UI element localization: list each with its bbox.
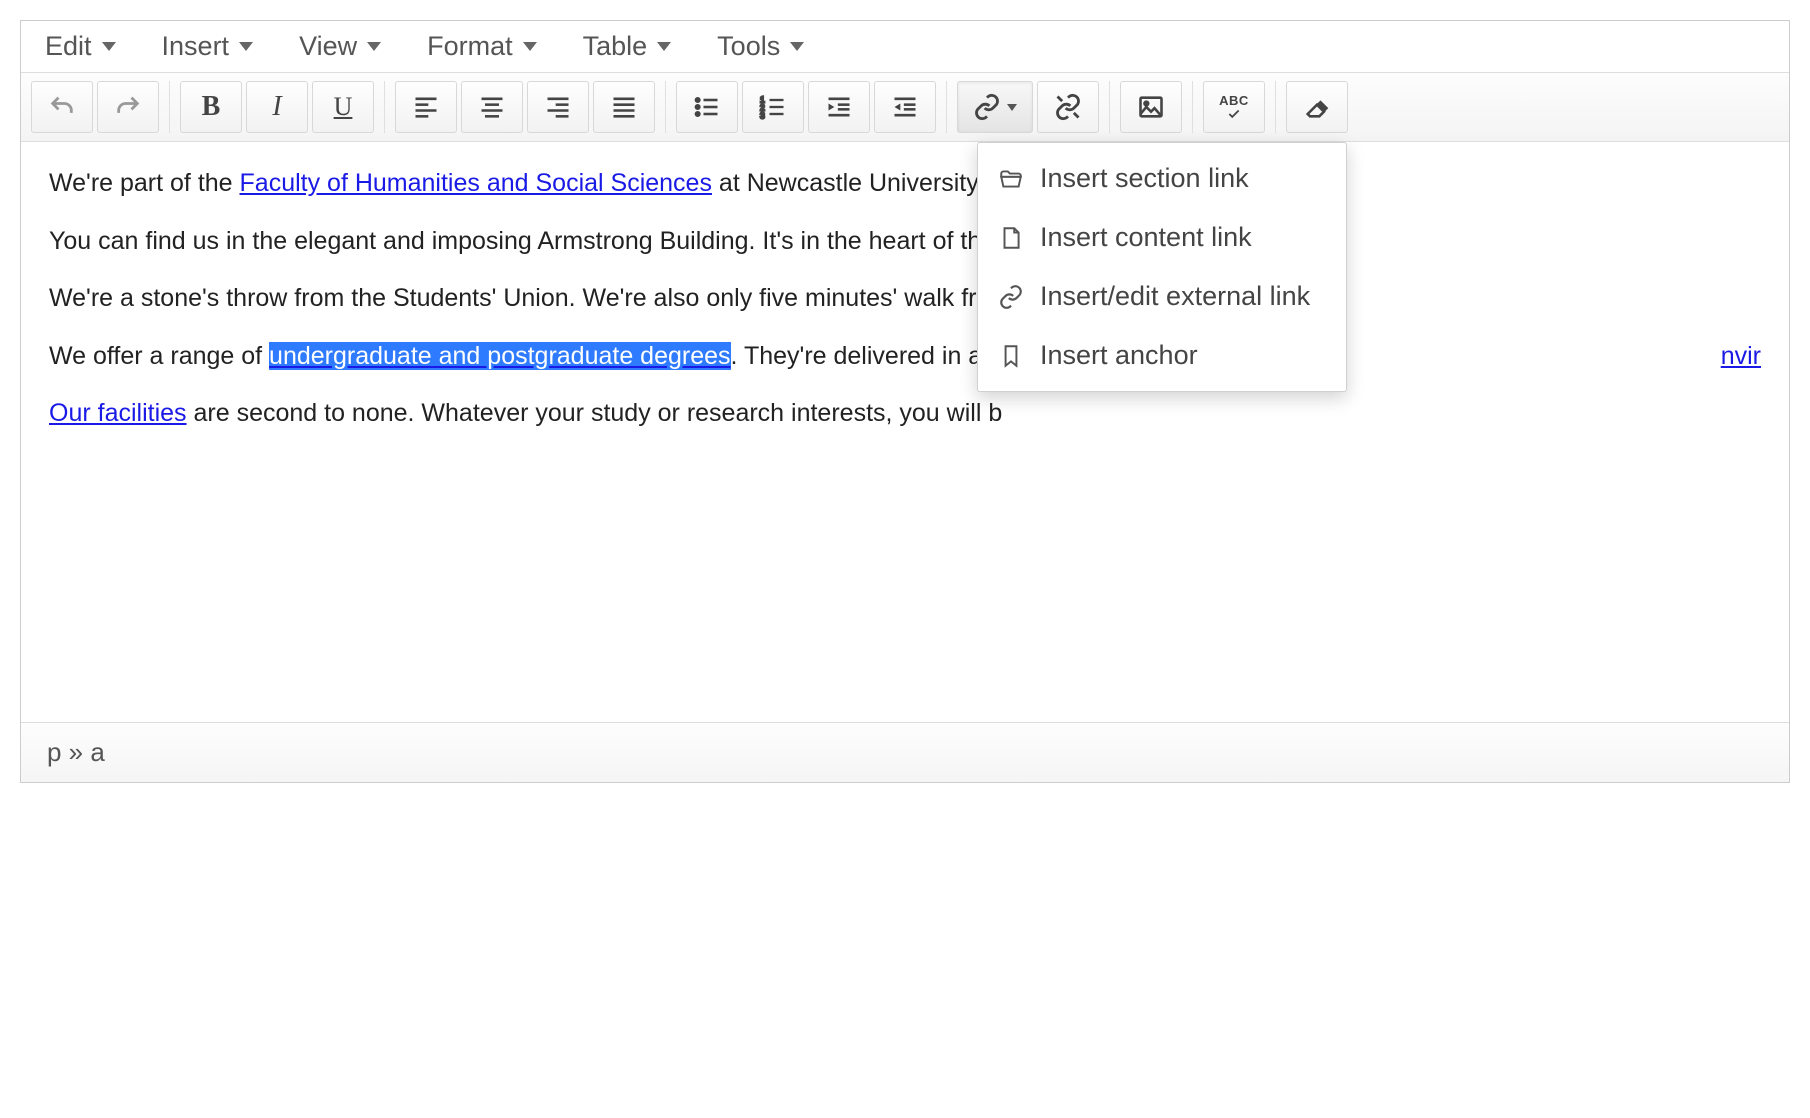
paragraph[interactable]: We offer a range of undergraduate and po…: [49, 333, 1761, 381]
bold-button[interactable]: B: [180, 81, 242, 133]
align-center-button[interactable]: [461, 81, 523, 133]
bookmark-icon: [998, 343, 1024, 369]
menu-insert[interactable]: Insert: [162, 31, 254, 62]
underline-button[interactable]: U: [312, 81, 374, 133]
paragraph[interactable]: You can find us in the elegant and impos…: [49, 218, 1761, 266]
link-faculty[interactable]: Faculty of Humanities and Social Science…: [240, 169, 712, 197]
text-run: . They're delivered in a w: [731, 342, 1008, 370]
indent-icon: [891, 93, 919, 121]
italic-button[interactable]: I: [246, 81, 308, 133]
folder-open-icon: [998, 166, 1024, 192]
indent-button[interactable]: [874, 81, 936, 133]
menubar: Edit Insert View Format Table Tools: [21, 21, 1789, 73]
check-icon: [1223, 107, 1245, 121]
caret-down-icon: [523, 42, 537, 51]
svg-text:3: 3: [760, 112, 765, 121]
menu-edit[interactable]: Edit: [45, 31, 116, 62]
redo-button[interactable]: [97, 81, 159, 133]
file-icon: [998, 225, 1024, 251]
spellcheck-button[interactable]: ABC: [1203, 81, 1265, 133]
align-justify-button[interactable]: [593, 81, 655, 133]
selected-text: undergraduate and postgraduate degrees: [269, 342, 730, 370]
menu-view[interactable]: View: [299, 31, 381, 62]
link-icon: [998, 284, 1024, 310]
link-dropdown: Insert section link Insert content link …: [977, 142, 1347, 392]
paragraph[interactable]: We're a stone's throw from the Students'…: [49, 275, 1761, 323]
outdent-icon: [825, 93, 853, 121]
image-button[interactable]: [1120, 81, 1182, 133]
paragraph[interactable]: Our facilities are second to none. Whate…: [49, 390, 1761, 438]
dd-label: Insert content link: [1040, 222, 1252, 253]
paragraph[interactable]: We're part of the Faculty of Humanities …: [49, 160, 1761, 208]
editor-container: Edit Insert View Format Table Tools B I …: [20, 20, 1790, 783]
image-icon: [1137, 93, 1165, 121]
dd-insert-external-link[interactable]: Insert/edit external link: [978, 267, 1346, 326]
menu-tools[interactable]: Tools: [717, 31, 804, 62]
menu-format[interactable]: Format: [427, 31, 537, 62]
caret-down-icon: [239, 42, 253, 51]
align-justify-icon: [610, 93, 638, 121]
align-center-icon: [478, 93, 506, 121]
text-run: We offer a range of: [49, 342, 269, 370]
caret-down-icon: [657, 42, 671, 51]
dd-insert-section-link[interactable]: Insert section link: [978, 149, 1346, 208]
content-wrap: We're part of the Faculty of Humanities …: [21, 142, 1789, 722]
bullet-list-icon: [693, 93, 721, 121]
dd-label: Insert section link: [1040, 163, 1249, 194]
numbered-list-button[interactable]: 123: [742, 81, 804, 133]
toolbar: B I U 123: [21, 73, 1789, 142]
menu-table[interactable]: Table: [583, 31, 672, 62]
spellcheck-label: ABC: [1219, 94, 1249, 107]
caret-down-icon: [1007, 104, 1017, 111]
statusbar: p » a: [21, 722, 1789, 782]
numbered-list-icon: 123: [759, 93, 787, 121]
unlink-icon: [1054, 93, 1082, 121]
dd-insert-content-link[interactable]: Insert content link: [978, 208, 1346, 267]
link-button[interactable]: [957, 81, 1033, 133]
element-path[interactable]: p » a: [47, 737, 105, 767]
link-facilities[interactable]: Our facilities: [49, 399, 187, 427]
unlink-button[interactable]: [1037, 81, 1099, 133]
eraser-button[interactable]: [1286, 81, 1348, 133]
align-right-button[interactable]: [527, 81, 589, 133]
dd-insert-anchor[interactable]: Insert anchor: [978, 326, 1346, 385]
link-fragment[interactable]: nvir: [1721, 333, 1761, 381]
align-left-button[interactable]: [395, 81, 457, 133]
text-run: at Newcastle University.: [712, 169, 984, 197]
bullet-list-button[interactable]: [676, 81, 738, 133]
text-run: are second to none. Whatever your study …: [187, 399, 1003, 427]
link-icon: [973, 93, 1001, 121]
caret-down-icon: [790, 42, 804, 51]
align-right-icon: [544, 93, 572, 121]
dd-label: Insert/edit external link: [1040, 281, 1310, 312]
undo-icon: [48, 93, 76, 121]
undo-button[interactable]: [31, 81, 93, 133]
align-left-icon: [412, 93, 440, 121]
link-degrees[interactable]: undergraduate and postgraduate degrees: [269, 342, 730, 370]
content-area[interactable]: We're part of the Faculty of Humanities …: [21, 142, 1789, 722]
caret-down-icon: [367, 42, 381, 51]
text-run: We're part of the: [49, 169, 240, 197]
dd-label: Insert anchor: [1040, 340, 1198, 371]
redo-icon: [114, 93, 142, 121]
eraser-icon: [1303, 93, 1331, 121]
caret-down-icon: [102, 42, 116, 51]
outdent-button[interactable]: [808, 81, 870, 133]
